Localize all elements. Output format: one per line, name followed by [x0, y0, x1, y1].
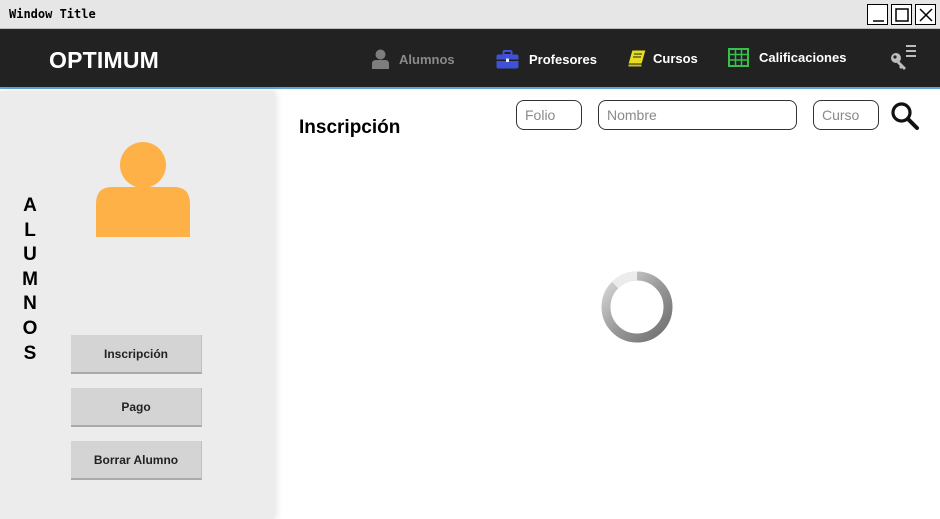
key-menu-icon	[891, 45, 916, 70]
vertical-letter: L	[24, 219, 36, 241]
page-title: Inscripción	[299, 117, 401, 138]
top-navbar: OPTIMUM Alumnos Profesores Cursos Califi…	[0, 29, 940, 89]
pago-button[interactable]: Pago	[71, 388, 202, 427]
maximize-button[interactable]	[891, 4, 912, 25]
search-icon	[891, 102, 919, 130]
book-icon	[627, 49, 647, 67]
maximize-icon	[895, 8, 909, 22]
nav-label-calificaciones: Calificaciones	[759, 49, 847, 65]
vertical-letter: S	[23, 342, 37, 364]
close-button[interactable]	[915, 4, 936, 25]
settings-menu-button[interactable]	[889, 44, 919, 74]
folio-input[interactable]	[516, 100, 582, 130]
nav-item-cursos[interactable]: Cursos	[627, 46, 698, 70]
vertical-letter: O	[22, 317, 38, 339]
spinner-icon	[601, 271, 673, 343]
sidebar-vertical-title: A L U M N O S	[20, 194, 40, 366]
avatar-user-icon	[96, 142, 190, 237]
sidebar: A L U M N O S Inscripción Pago Borrar Al…	[0, 91, 274, 519]
nav-label-cursos: Cursos	[653, 50, 698, 66]
user-icon	[372, 49, 389, 69]
briefcase-icon	[496, 49, 519, 68]
nav-label-alumnos: Alumnos	[399, 51, 455, 67]
window-title: Window Title	[9, 7, 96, 21]
nav-item-profesores[interactable]: Profesores	[496, 47, 597, 71]
vertical-letter: U	[23, 244, 37, 266]
vertical-letter: M	[22, 268, 38, 290]
vertical-letter: A	[23, 195, 37, 216]
vertical-letter: N	[23, 293, 37, 315]
minimize-button[interactable]	[867, 4, 888, 25]
borrar-alumno-button[interactable]: Borrar Alumno	[71, 441, 202, 480]
nav-item-alumnos[interactable]: Alumnos	[371, 47, 455, 71]
brand-logo[interactable]: OPTIMUM	[49, 47, 159, 74]
nav-item-calificaciones[interactable]: Calificaciones	[728, 45, 846, 69]
grid-table-icon	[728, 47, 749, 67]
window-titlebar: Window Title	[0, 0, 940, 29]
close-icon	[919, 8, 933, 22]
nav-label-profesores: Profesores	[529, 51, 597, 67]
curso-input[interactable]	[813, 100, 879, 130]
minimize-icon	[873, 20, 884, 22]
search-button[interactable]	[890, 101, 920, 131]
inscripcion-button[interactable]: Inscripción	[71, 335, 202, 374]
nombre-input[interactable]	[598, 100, 797, 130]
